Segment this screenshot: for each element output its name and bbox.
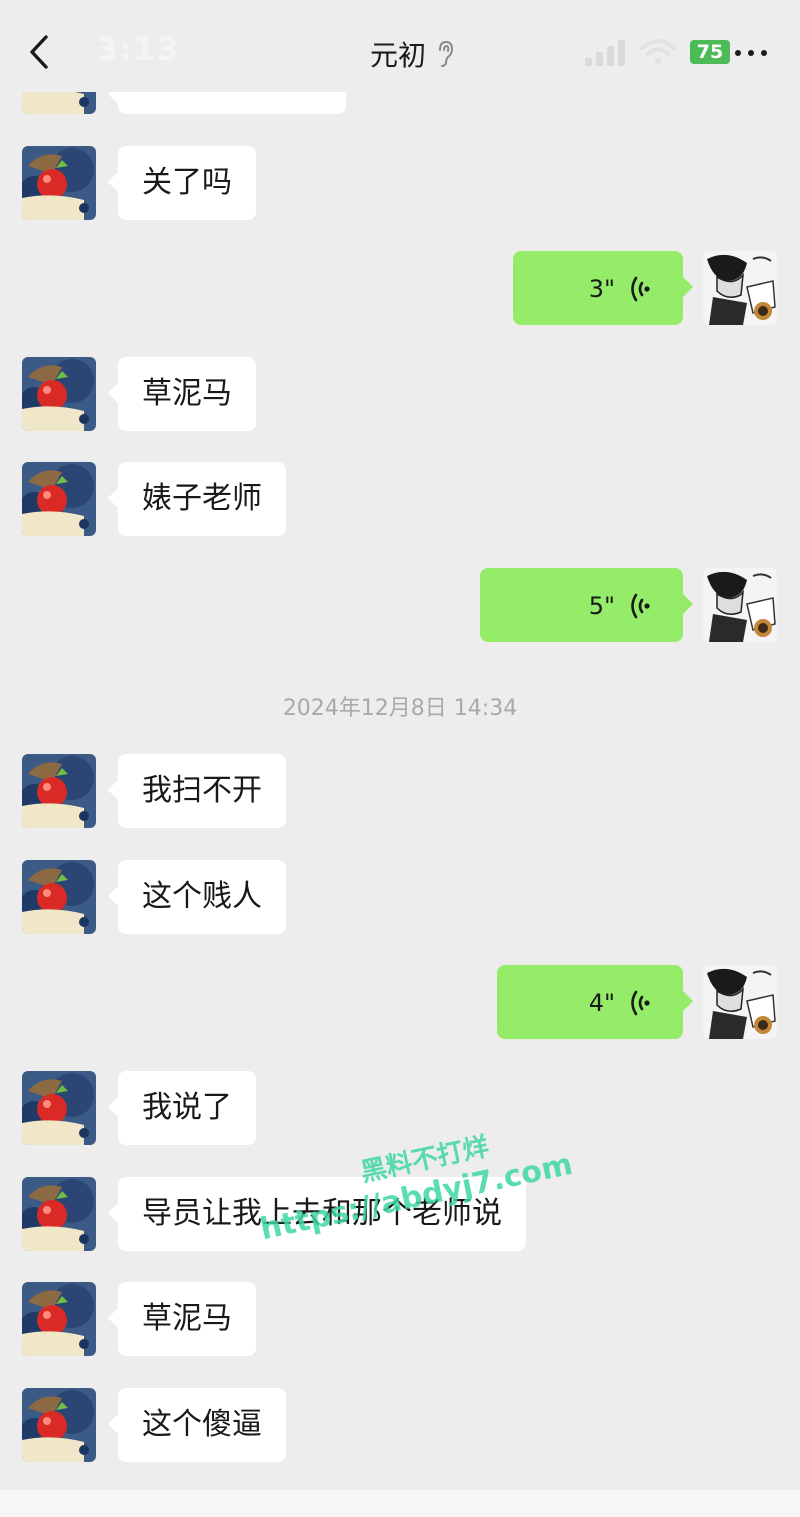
signal-icon — [585, 40, 625, 66]
status-time: 3:13 — [96, 30, 180, 68]
voice-message-bubble[interactable]: 4" — [497, 965, 693, 1039]
voice-duration: 3" — [588, 274, 615, 303]
message-bubble[interactable]: 草泥马 — [108, 1282, 256, 1356]
my-avatar[interactable] — [703, 568, 777, 642]
wifi-icon — [640, 39, 676, 65]
voice-message-bubble[interactable]: 5" — [480, 568, 693, 642]
contact-avatar[interactable] — [22, 1282, 96, 1356]
back-arrow-icon[interactable] — [26, 34, 52, 70]
message-bubble[interactable]: 婊子老师 — [108, 462, 286, 536]
message-bubble[interactable]: 这个贱人 — [108, 860, 286, 934]
message-bubble[interactable]: 我扫不开 — [108, 754, 286, 828]
contact-avatar[interactable] — [22, 462, 96, 536]
contact-avatar[interactable] — [22, 754, 96, 828]
input-bar[interactable] — [0, 1490, 800, 1517]
contact-avatar[interactable] — [22, 1071, 96, 1145]
voice-duration: 4" — [588, 988, 615, 1017]
voice-message-bubble[interactable]: 3" — [513, 251, 693, 325]
message-bubble[interactable]: 关了吗 — [108, 146, 256, 220]
hearing-icon — [439, 40, 454, 67]
contact-avatar[interactable] — [22, 860, 96, 934]
message-bubble[interactable]: 草泥马 — [108, 357, 256, 431]
voice-wave-icon — [627, 591, 653, 621]
contact-avatar[interactable] — [22, 357, 96, 431]
more-icon[interactable] — [735, 50, 767, 56]
battery-indicator: 75 — [690, 40, 730, 64]
contact-avatar[interactable] — [22, 146, 96, 220]
voice-wave-icon — [627, 988, 653, 1018]
contact-avatar[interactable] — [22, 1177, 96, 1251]
chat-area[interactable]: 关了吗 3" 草泥马 婊子老师 5" 2024年12月8日 14:34 我扫不开… — [0, 0, 800, 1517]
message-timestamp: 2024年12月8日 14:34 — [282, 696, 518, 721]
voice-wave-icon — [627, 274, 653, 304]
voice-duration: 5" — [588, 591, 615, 620]
chat-header: 3:13 元初 75 — [0, 0, 800, 92]
my-avatar[interactable] — [703, 251, 777, 325]
chat-title[interactable]: 元初 — [370, 34, 426, 74]
message-bubble[interactable]: 我说了 — [108, 1071, 256, 1145]
my-avatar[interactable] — [703, 965, 777, 1039]
message-bubble[interactable]: 这个傻逼 — [108, 1388, 286, 1462]
contact-avatar[interactable] — [22, 1388, 96, 1462]
